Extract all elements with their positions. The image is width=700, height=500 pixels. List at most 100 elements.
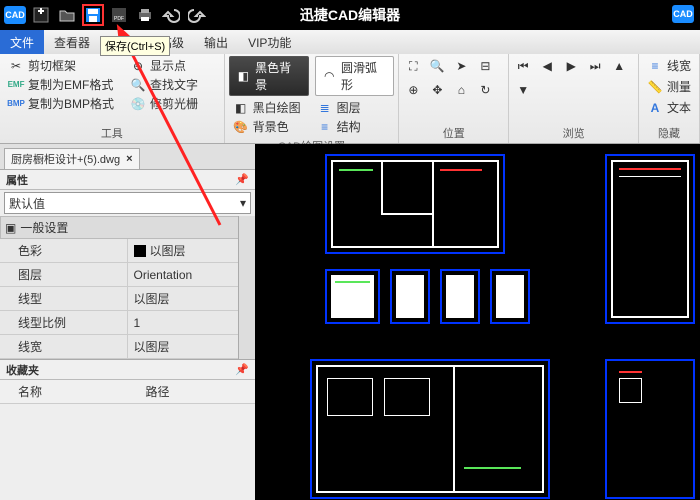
doc-tab-close[interactable]: × <box>126 153 132 165</box>
ribbon-group-browse: ⏮ ◀ ▶ ⏭ ▲ ▼ 浏览 <box>509 54 639 143</box>
prop-row-layer[interactable]: 图层Orientation <box>0 263 255 287</box>
clip-frame-button[interactable]: ✂剪切框架 <box>4 56 118 75</box>
prop-row-linescale[interactable]: 线型比例1 <box>0 311 255 335</box>
linewidth-icon: ≡ <box>647 58 663 74</box>
default-combo[interactable]: 默认值 ▾ <box>4 192 251 214</box>
structure-button[interactable]: ≡结构 <box>313 117 365 136</box>
black-bg-button[interactable]: ◧黑色背景 <box>229 56 309 96</box>
ribbon-group-tools: ✂剪切框架 EMF复制为EMF格式 BMP复制为BMP格式 ⊕显示点 🔍查找文字… <box>0 54 225 143</box>
save-icon[interactable] <box>82 4 104 26</box>
favorites-columns: 名称 路径 <box>0 380 255 404</box>
col-path[interactable]: 路径 <box>128 380 256 403</box>
last-icon[interactable]: ⏭ <box>585 56 605 76</box>
pin-icon[interactable]: 📌 <box>235 173 249 186</box>
doc-tab[interactable]: 厨房橱柜设计+(5).dwg × <box>4 148 140 169</box>
title-bar: CAD PDF 迅捷CAD编辑器 CAD <box>0 0 700 30</box>
prop-row-lineweight[interactable]: 线宽以图层 <box>0 335 255 359</box>
menu-view[interactable]: 查看器 <box>44 30 100 54</box>
copy-emf-button[interactable]: EMF复制为EMF格式 <box>4 75 118 94</box>
new-icon[interactable] <box>30 4 52 26</box>
copy-bmp-button[interactable]: BMP复制为BMP格式 <box>4 94 118 113</box>
zoom-out-icon[interactable]: ⊟ <box>475 56 495 76</box>
show-point-button[interactable]: ⊕显示点 <box>126 56 202 75</box>
cad-tile <box>605 154 695 324</box>
measure-button[interactable]: 📏测量 <box>643 77 695 96</box>
zoom-plus-icon[interactable]: ⊕ <box>403 80 423 100</box>
cad-canvas[interactable] <box>255 144 700 500</box>
favorites-header: 收藏夹 📌 <box>0 360 255 380</box>
up-icon[interactable]: ▲ <box>609 56 629 76</box>
text-icon: A <box>647 100 663 116</box>
cad-tile <box>605 359 695 499</box>
left-panel: 厨房橱柜设计+(5).dwg × 属性 📌 默认值 ▾ ▣一般设置 色彩以图层 … <box>0 144 255 500</box>
disc-icon: 💿 <box>130 96 146 112</box>
group-browse-label: 浏览 <box>509 125 638 143</box>
menu-vip[interactable]: VIP功能 <box>238 30 301 54</box>
bg-icon: ◧ <box>236 68 251 84</box>
cad-tile <box>440 269 480 324</box>
point-icon: ⊕ <box>130 58 146 74</box>
prop-row-linetype[interactable]: 线型以图层 <box>0 287 255 311</box>
palette-icon: 🎨 <box>233 119 249 135</box>
scissors-icon: ✂ <box>8 58 24 74</box>
arc-icon: ◠ <box>322 68 337 84</box>
first-icon[interactable]: ⏮ <box>513 56 533 76</box>
save-pdf-icon[interactable]: PDF <box>108 4 130 26</box>
layer-button[interactable]: ≣图层 <box>313 98 365 117</box>
smooth-arc-button[interactable]: ◠圆滑弧形 <box>315 56 395 96</box>
text-button[interactable]: A文本 <box>643 98 695 117</box>
bg-color-button[interactable]: 🎨背景色 <box>229 117 305 136</box>
print-icon[interactable] <box>134 4 156 26</box>
combo-value: 默认值 <box>9 195 45 212</box>
cad-tile <box>310 359 550 499</box>
menu-output[interactable]: 输出 <box>194 30 238 54</box>
property-grid: ▣一般设置 色彩以图层 图层Orientation 线型以图层 线型比例1 线宽… <box>0 216 255 359</box>
chevron-down-icon: ▾ <box>240 196 246 210</box>
search-icon: 🔍 <box>130 77 146 93</box>
bmp-icon: BMP <box>8 96 24 112</box>
group-hide-label: 隐藏 <box>639 125 699 143</box>
cad-badge: CAD <box>4 6 26 24</box>
zoom-in-icon[interactable]: 🔍 <box>427 56 447 76</box>
linewidth-button[interactable]: ≡线宽 <box>643 56 695 75</box>
cad-right-badge[interactable]: CAD <box>672 5 694 23</box>
open-icon[interactable] <box>56 4 78 26</box>
pointer-icon[interactable]: ➤ <box>451 56 471 76</box>
doc-tab-label: 厨房橱柜设计+(5).dwg <box>11 151 120 167</box>
layer-icon: ≣ <box>317 100 333 116</box>
fit-icon[interactable]: ⛶ <box>403 56 423 76</box>
rotate-icon[interactable]: ↻ <box>475 80 495 100</box>
cad-tile <box>325 154 505 254</box>
trim-disc-button[interactable]: 💿修剪光栅 <box>126 94 202 113</box>
find-text-button[interactable]: 🔍查找文字 <box>126 75 202 94</box>
ribbon-group-pos: ⛶ 🔍 ➤ ⊟ ⊕ ✥ ⌂ ↻ 位置 <box>399 54 509 143</box>
ribbon: ✂剪切框架 EMF复制为EMF格式 BMP复制为BMP格式 ⊕显示点 🔍查找文字… <box>0 54 700 144</box>
home-icon[interactable]: ⌂ <box>451 80 471 100</box>
redo-icon[interactable] <box>186 4 208 26</box>
bw-draw-button[interactable]: ◧黑白绘图 <box>229 98 305 117</box>
save-tooltip: 保存(Ctrl+S) <box>100 36 170 56</box>
general-section[interactable]: ▣一般设置 <box>0 216 255 239</box>
color-swatch <box>134 245 146 257</box>
doc-tab-bar: 厨房橱柜设计+(5).dwg × <box>0 144 255 170</box>
undo-icon[interactable] <box>160 4 182 26</box>
pin-icon-2[interactable]: 📌 <box>235 363 249 376</box>
prev-icon[interactable]: ◀ <box>537 56 557 76</box>
down-icon[interactable]: ▼ <box>513 80 533 100</box>
cad-tile <box>490 269 530 324</box>
pan-icon[interactable]: ✥ <box>427 80 447 100</box>
svg-text:PDF: PDF <box>114 16 124 22</box>
menu-file[interactable]: 文件 <box>0 30 44 54</box>
structure-icon: ≡ <box>317 119 333 135</box>
app-title: 迅捷CAD编辑器 <box>300 5 400 25</box>
next-icon[interactable]: ▶ <box>561 56 581 76</box>
prop-row-color[interactable]: 色彩以图层 <box>0 239 255 263</box>
ribbon-group-hide: ≡线宽 📏测量 A文本 隐藏 <box>639 54 700 143</box>
collapse-icon: ▣ <box>5 221 16 235</box>
properties-title: 属性 <box>6 172 28 188</box>
group-pos-label: 位置 <box>399 125 508 143</box>
col-name[interactable]: 名称 <box>0 380 128 403</box>
cad-tile <box>390 269 430 324</box>
app-icon: CAD <box>4 4 26 26</box>
bw-icon: ◧ <box>233 100 249 116</box>
